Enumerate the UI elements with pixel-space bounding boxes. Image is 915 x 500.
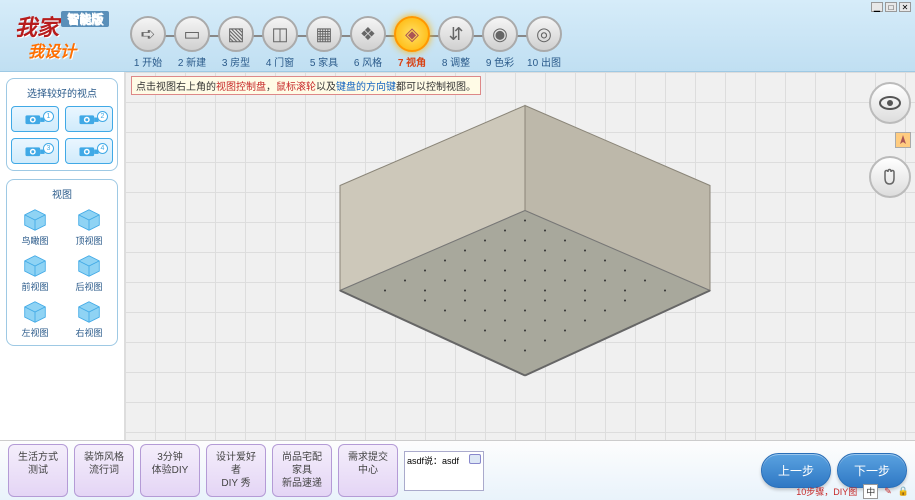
step-bar: ➪ 1 开始 ▭ 2 新建 ▧ 3 房型 ◫ 4 门窗 ▦ 5 家具 ❖ 6 风格 ◈ 7 视角 ⇵ 8 调整… bbox=[130, 16, 562, 69]
cube-icon bbox=[21, 253, 49, 279]
view-button-3[interactable]: 后视图 bbox=[65, 253, 113, 293]
step-icon: ◈ bbox=[394, 16, 430, 52]
chat-text: asdf说：asdf bbox=[407, 456, 459, 466]
footer-btn-1[interactable]: 装饰风格流行词 bbox=[74, 444, 134, 497]
step-label: 10 出图 bbox=[527, 54, 561, 69]
camera-preset-3[interactable]: 3 bbox=[11, 138, 59, 164]
compass-icon bbox=[897, 134, 909, 146]
view-label: 前视图 bbox=[21, 280, 48, 293]
step-label: 9 色彩 bbox=[486, 54, 514, 69]
status-bar: 10步骤，DIY图 中 ✎ 🔒 bbox=[796, 484, 909, 499]
cube-icon bbox=[21, 299, 49, 325]
prev-step-button[interactable]: 上一步 bbox=[761, 453, 831, 488]
footer-btn-3[interactable]: 设计爱好者DIY 秀 bbox=[206, 444, 266, 497]
window-close-button[interactable]: ✕ bbox=[899, 2, 911, 12]
cube-icon bbox=[75, 253, 103, 279]
view-button-1[interactable]: 顶视图 bbox=[65, 207, 113, 247]
step-8[interactable]: ⇵ 8 调整 bbox=[438, 16, 474, 69]
view-label: 右视图 bbox=[75, 326, 102, 339]
step-label: 3 房型 bbox=[222, 54, 250, 69]
camera-panel-title: 选择较好的视点 bbox=[11, 85, 113, 100]
camera-preset-2[interactable]: 2 bbox=[65, 106, 113, 132]
camera-panel: 选择较好的视点 1 2 3 4 bbox=[6, 78, 118, 171]
view-panel: 视图 鸟瞰图 顶视图前视图 后视图左视图 右视图 bbox=[6, 179, 118, 346]
camera-number: 4 bbox=[97, 143, 108, 154]
footer-btn-2[interactable]: 3分钟体验DIY bbox=[140, 444, 200, 497]
footer-btn-4[interactable]: 尚品宅配家具新品速递 bbox=[272, 444, 332, 497]
step-icon: ❖ bbox=[350, 16, 386, 52]
view-label: 顶视图 bbox=[75, 234, 102, 247]
step-label: 8 调整 bbox=[442, 54, 470, 69]
view-button-0[interactable]: 鸟瞰图 bbox=[11, 207, 59, 247]
step-4[interactable]: ◫ 4 门窗 bbox=[262, 16, 298, 69]
chat-box[interactable]: asdf说：asdf bbox=[404, 451, 484, 491]
next-step-button[interactable]: 下一步 bbox=[837, 453, 907, 488]
step-icon: ➪ bbox=[130, 16, 166, 52]
hand-icon bbox=[879, 166, 901, 188]
view-label: 左视图 bbox=[21, 326, 48, 339]
footer-btn-5[interactable]: 需求提交中心 bbox=[338, 444, 398, 497]
view-label: 鸟瞰图 bbox=[21, 234, 48, 247]
chat-bubble-icon[interactable] bbox=[469, 454, 481, 464]
view-panel-title: 视图 bbox=[11, 186, 113, 201]
camera-number: 3 bbox=[43, 143, 54, 154]
step-icon: ▦ bbox=[306, 16, 342, 52]
step-icon: ◉ bbox=[482, 16, 518, 52]
view-button-2[interactable]: 前视图 bbox=[11, 253, 59, 293]
window-max-button[interactable]: □ bbox=[885, 2, 897, 12]
canvas-area[interactable]: 点击视图右上角的视图控制盘，鼠标滚轮以及键盘的方向键都可以控制视图。 bbox=[125, 72, 915, 440]
ime-indicator[interactable]: 中 bbox=[863, 484, 878, 499]
window-min-button[interactable]: ▁ bbox=[871, 2, 883, 12]
step-7[interactable]: ◈ 7 视角 bbox=[394, 16, 430, 69]
step-label: 1 开始 bbox=[134, 54, 162, 69]
step-icon: ▧ bbox=[218, 16, 254, 52]
room-3d bbox=[320, 86, 720, 396]
view-button-4[interactable]: 左视图 bbox=[11, 299, 59, 339]
camera-number: 2 bbox=[97, 111, 108, 122]
step-icon: ◎ bbox=[526, 16, 562, 52]
step-2[interactable]: ▭ 2 新建 bbox=[174, 16, 210, 69]
app-name: 我家 bbox=[15, 15, 59, 40]
step-label: 2 新建 bbox=[178, 54, 206, 69]
view-label: 后视图 bbox=[75, 280, 102, 293]
footer-btn-0[interactable]: 生活方式测试 bbox=[8, 444, 68, 497]
camera-preset-4[interactable]: 4 bbox=[65, 138, 113, 164]
pen-icon: ✎ bbox=[884, 486, 892, 497]
left-panel: 选择较好的视点 1 2 3 4 视图 鸟瞰图 顶视图前视图 后视图左视图 右视图 bbox=[0, 72, 125, 440]
footer: 生活方式测试装饰风格流行词3分钟体验DIY设计爱好者DIY 秀尚品宅配家具新品速… bbox=[0, 440, 915, 500]
step-label: 7 视角 bbox=[398, 54, 426, 69]
camera-number: 1 bbox=[43, 111, 54, 122]
step-icon: ◫ bbox=[262, 16, 298, 52]
step-icon: ⇵ bbox=[438, 16, 474, 52]
status-text: 10步骤，DIY图 bbox=[796, 485, 857, 498]
step-icon: ▭ bbox=[174, 16, 210, 52]
step-9[interactable]: ◉ 9 色彩 bbox=[482, 16, 518, 69]
camera-preset-1[interactable]: 1 bbox=[11, 106, 59, 132]
header: 我家智能版 我设计 ➪ 1 开始 ▭ 2 新建 ▧ 3 房型 ◫ 4 门窗 ▦ 5 家具 ❖ 6 风格… bbox=[0, 0, 915, 72]
step-label: 5 家具 bbox=[310, 54, 338, 69]
view-button-5[interactable]: 右视图 bbox=[65, 299, 113, 339]
app-subtitle: 我设计 bbox=[28, 38, 76, 62]
step-label: 4 门窗 bbox=[266, 54, 294, 69]
step-1[interactable]: ➪ 1 开始 bbox=[130, 16, 166, 69]
compass-button[interactable] bbox=[895, 132, 911, 148]
pan-hand-button[interactable] bbox=[869, 156, 911, 198]
eye-icon bbox=[878, 91, 902, 115]
lock-icon: 🔒 bbox=[898, 486, 909, 497]
step-label: 6 风格 bbox=[354, 54, 382, 69]
app-edition: 智能版 bbox=[61, 11, 109, 27]
step-10[interactable]: ◎ 10 出图 bbox=[526, 16, 562, 69]
cube-icon bbox=[21, 207, 49, 233]
step-3[interactable]: ▧ 3 房型 bbox=[218, 16, 254, 69]
cube-icon bbox=[75, 207, 103, 233]
step-5[interactable]: ▦ 5 家具 bbox=[306, 16, 342, 69]
cube-icon bbox=[75, 299, 103, 325]
orbit-eye-button[interactable] bbox=[869, 82, 911, 124]
step-6[interactable]: ❖ 6 风格 bbox=[350, 16, 386, 69]
